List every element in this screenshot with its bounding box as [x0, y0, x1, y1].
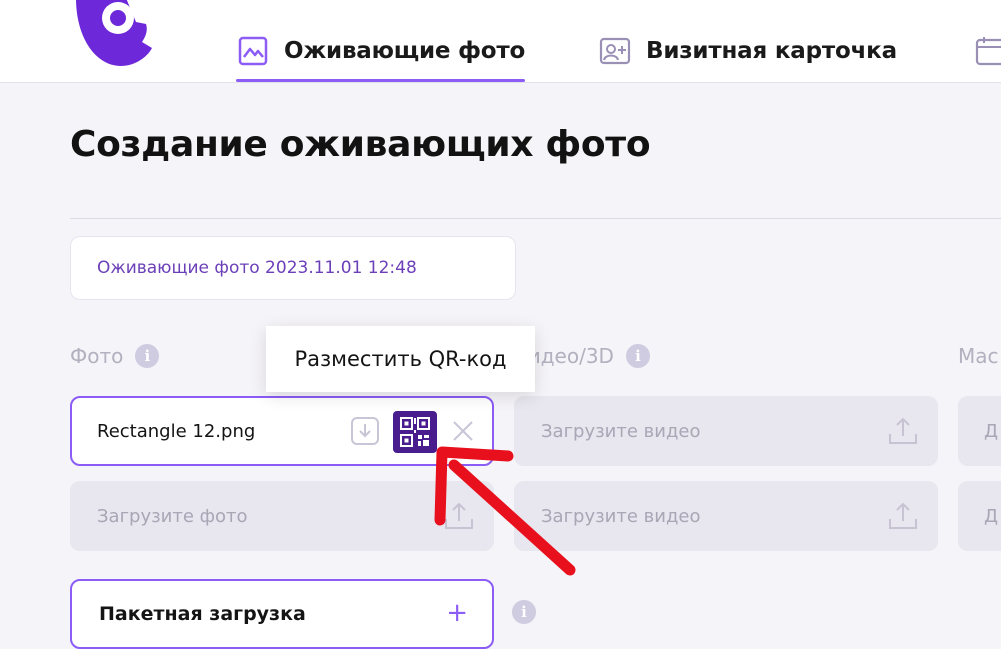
tab-label: Визитная карточка: [646, 38, 897, 64]
mask-field-text: Д: [984, 505, 999, 527]
divider: [70, 218, 1001, 219]
info-icon[interactable]: i: [625, 344, 650, 368]
mask-upload-field[interactable]: Д: [958, 481, 1001, 551]
calendar-icon: [975, 37, 1001, 66]
mask-upload-field[interactable]: Д: [958, 396, 1001, 466]
info-icon[interactable]: i: [135, 344, 160, 368]
tab-living-photos[interactable]: Оживающие фото: [236, 22, 526, 82]
batch-upload-label: Пакетная загрузка: [99, 603, 306, 625]
photo-upload-placeholder: Загрузите фото: [97, 505, 248, 527]
download-icon[interactable]: [349, 415, 381, 447]
upload-icon[interactable]: [886, 499, 920, 533]
tab-label: Оживающие фото: [284, 38, 526, 64]
mask-field-text: Д: [984, 420, 999, 442]
tab-business-card[interactable]: Визитная карточка: [598, 22, 897, 80]
top-navigation: Оживающие фото Визитная карточка: [0, 0, 1001, 83]
tab-calendar[interactable]: [974, 22, 1001, 80]
project-name-text: Оживающие фото 2023.11.01 12:48: [97, 258, 417, 278]
qr-tooltip: Разместить QR-код: [266, 326, 535, 392]
project-name-field[interactable]: Оживающие фото 2023.11.01 12:48: [70, 236, 516, 300]
photo-label-text: Фото: [70, 344, 124, 368]
photo-section-label: Фото i: [70, 344, 160, 368]
app-logo[interactable]: [66, 0, 158, 70]
plus-icon: +: [446, 598, 468, 628]
upload-icon[interactable]: [886, 414, 920, 448]
info-icon[interactable]: i: [512, 600, 536, 624]
mask-label-text: Mac: [958, 344, 999, 368]
photo-file-name: Rectangle 12.png: [97, 420, 256, 442]
mask-section-label: Mac: [958, 344, 999, 368]
image-icon: [238, 36, 268, 66]
tooltip-text: Разместить QR-код: [294, 347, 507, 371]
annotation-arrow-icon: [434, 446, 576, 576]
page-title: Создание оживающих фото: [70, 124, 651, 165]
contact-card-icon: [599, 37, 631, 65]
